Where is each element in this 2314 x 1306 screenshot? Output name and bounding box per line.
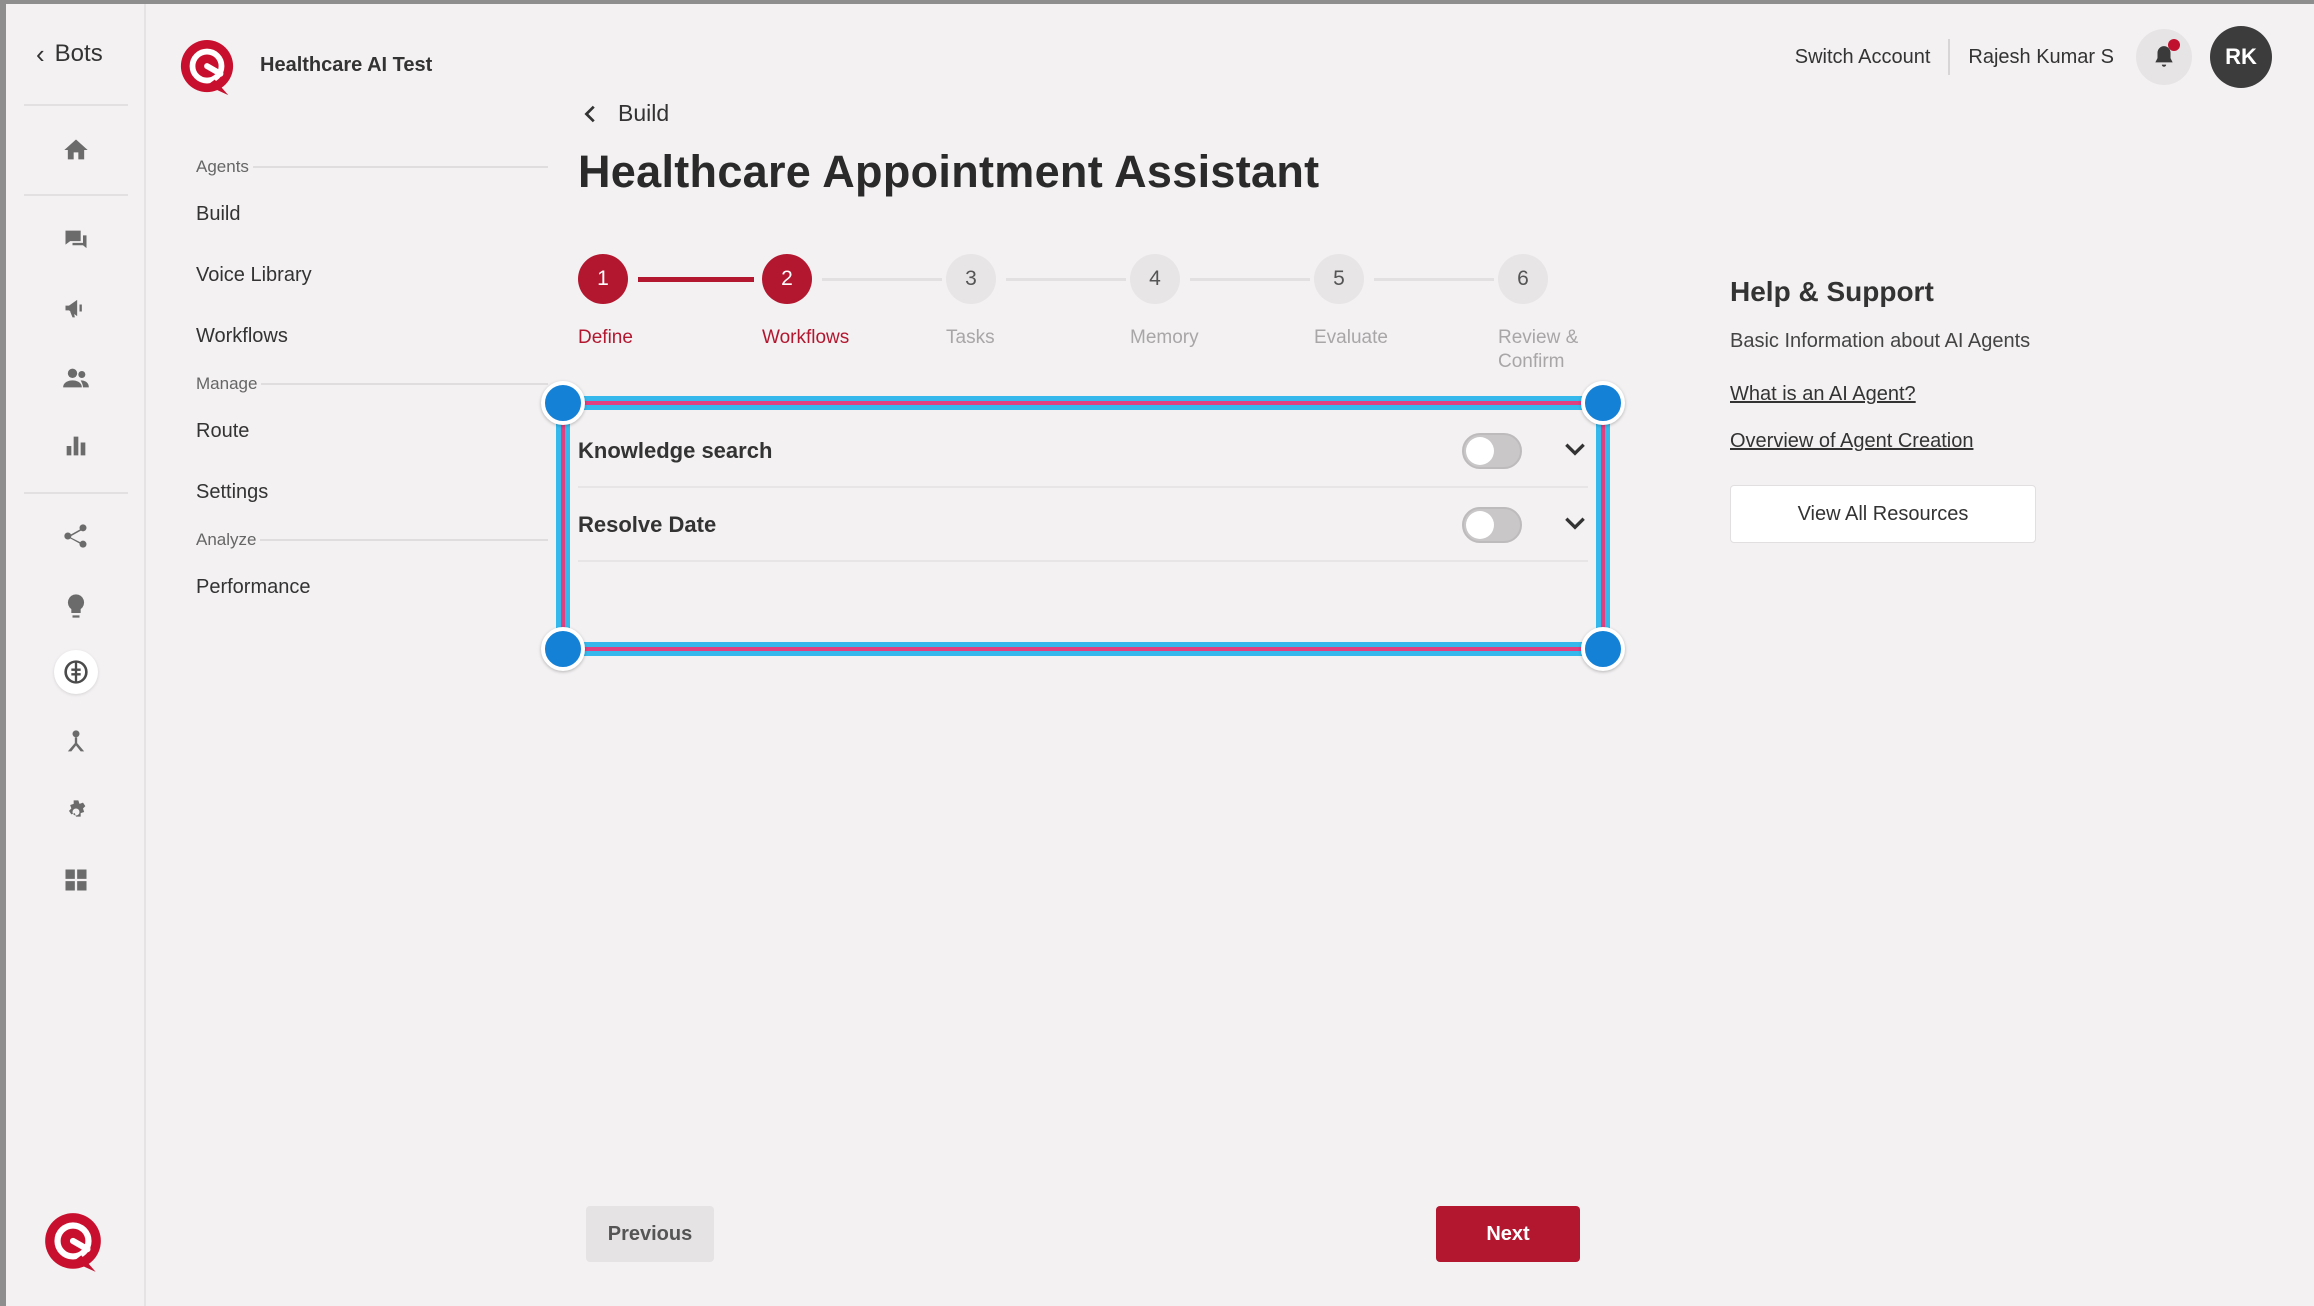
step-tasks[interactable]: 3 Tasks <box>946 254 996 348</box>
chevron-left-icon: ‹ <box>36 39 45 69</box>
toggle-knob <box>1466 437 1494 465</box>
user-name[interactable]: Rajesh Kumar S <box>1950 46 2114 69</box>
help-link-agent-creation[interactable]: Overview of Agent Creation <box>1730 430 2070 453</box>
subnav-group-manage: Manage <box>196 367 548 401</box>
workflow-toggle[interactable] <box>1462 507 1522 543</box>
workflow-name: Knowledge search <box>578 438 773 463</box>
step-label: Memory <box>1130 327 1199 348</box>
resize-handle-top-right[interactable] <box>1581 381 1625 425</box>
previous-button[interactable]: Previous <box>586 1206 714 1262</box>
users-icon[interactable] <box>58 360 94 396</box>
bar-chart-icon[interactable] <box>58 428 94 464</box>
divider <box>252 166 548 168</box>
step-connector <box>638 277 754 282</box>
subnav-group-agents: Agents <box>196 150 548 184</box>
subnav-group-label: Agents <box>196 157 249 176</box>
rail-divider <box>24 492 128 494</box>
step-connector <box>822 278 942 281</box>
help-subtitle: Basic Information about AI Agents <box>1730 330 2031 352</box>
step-label: Tasks <box>946 327 995 348</box>
help-support-panel: Help & Support Basic Information about A… <box>1730 276 2070 543</box>
hierarchy-icon[interactable] <box>58 724 94 760</box>
brand-logo-icon <box>45 1213 101 1272</box>
subnav-item-voice-library[interactable]: Voice Library <box>196 245 548 306</box>
subnav-item-performance[interactable]: Performance <box>196 557 548 618</box>
step-number: 4 <box>1130 254 1180 304</box>
stepper: 1 Define 2 Workflows 3 Tasks 4 Memory 5 … <box>578 254 1588 374</box>
step-label: Workflows <box>762 327 850 348</box>
step-number: 3 <box>946 254 996 304</box>
back-to-bots-link[interactable]: ‹ Bots <box>36 40 103 68</box>
icon-rail: ‹ Bots <box>6 4 146 1306</box>
help-link-what-is-agent[interactable]: What is an AI Agent? <box>1730 383 2070 406</box>
step-evaluate[interactable]: 5 Evaluate <box>1314 254 1388 348</box>
account-bar: Switch Account Rajesh Kumar S RK <box>1795 26 2272 88</box>
step-connector <box>1374 278 1494 281</box>
ai-brain-icon[interactable] <box>54 650 98 694</box>
workflow-name: Resolve Date <box>578 512 717 537</box>
view-all-resources-button[interactable]: View All Resources <box>1730 485 2036 543</box>
chevron-left-icon <box>584 105 595 122</box>
switch-account-link[interactable]: Switch Account <box>1795 39 1951 75</box>
avatar[interactable]: RK <box>2210 26 2272 88</box>
notifications-button[interactable] <box>2136 29 2192 85</box>
resize-handle-bottom-left[interactable] <box>541 627 585 671</box>
step-label: Evaluate <box>1314 327 1388 348</box>
page-title: Healthcare Appointment Assistant <box>578 146 1320 197</box>
step-number: 2 <box>762 254 812 304</box>
step-number: 1 <box>578 254 628 304</box>
workspace-name: Healthcare AI Test <box>260 54 433 76</box>
workflow-toggle[interactable] <box>1462 433 1522 469</box>
workflow-list: Knowledge search Resolve Date <box>541 381 1625 671</box>
lightbulb-icon[interactable] <box>58 588 94 624</box>
divider <box>260 539 548 541</box>
selection-outline-left <box>556 396 570 656</box>
resize-handle-bottom-right[interactable] <box>1581 627 1625 671</box>
chat-icon[interactable] <box>58 222 94 258</box>
breadcrumb: Build <box>618 100 670 126</box>
selection-outline-top <box>556 396 1610 410</box>
divider <box>261 383 548 385</box>
step-workflows[interactable]: 2 Workflows <box>762 254 849 348</box>
step-review-confirm[interactable]: 6 Review & Confirm <box>1498 254 1578 372</box>
step-connector <box>1006 278 1126 281</box>
step-label: Review & Confirm <box>1498 327 1579 372</box>
workflow-row: Knowledge search <box>578 416 1588 488</box>
selection-outline-right <box>1596 396 1610 656</box>
home-icon[interactable] <box>58 132 94 168</box>
next-button[interactable]: Next <box>1436 1206 1580 1262</box>
workflow-row: Resolve Date <box>578 490 1588 562</box>
chevron-down-icon[interactable] <box>1562 510 1588 541</box>
rail-divider <box>24 194 128 196</box>
chevron-down-icon[interactable] <box>1562 436 1588 467</box>
apps-icon[interactable] <box>58 862 94 898</box>
window-frame-top <box>0 0 2314 4</box>
back-to-build-link[interactable]: Build <box>580 100 669 127</box>
subnav-item-workflows[interactable]: Workflows <box>196 306 548 367</box>
step-number: 5 <box>1314 254 1364 304</box>
share-icon[interactable] <box>58 518 94 554</box>
step-label: Define <box>578 327 633 348</box>
notification-dot <box>2168 39 2180 51</box>
subnav-item-route[interactable]: Route <box>196 401 548 462</box>
step-connector <box>1190 278 1310 281</box>
brand-logo-icon <box>180 39 234 96</box>
step-number: 6 <box>1498 254 1548 304</box>
agent-subnav: Agents Build Voice Library Workflows Man… <box>196 150 548 618</box>
step-memory[interactable]: 4 Memory <box>1130 254 1199 348</box>
subnav-group-label: Analyze <box>196 530 257 549</box>
resize-handle-top-left[interactable] <box>541 381 585 425</box>
gear-icon[interactable] <box>58 794 94 830</box>
toggle-knob <box>1466 511 1494 539</box>
megaphone-icon[interactable] <box>58 290 94 326</box>
subnav-group-analyze: Analyze <box>196 523 548 557</box>
rail-divider <box>24 104 128 106</box>
subnav-item-settings[interactable]: Settings <box>196 462 548 523</box>
subnav-group-label: Manage <box>196 374 258 393</box>
step-define[interactable]: 1 Define <box>578 254 633 348</box>
selection-outline-bottom <box>556 642 1610 656</box>
back-to-bots-label: Bots <box>54 40 103 67</box>
help-title: Help & Support <box>1730 276 1934 307</box>
subnav-item-build[interactable]: Build <box>196 184 548 245</box>
